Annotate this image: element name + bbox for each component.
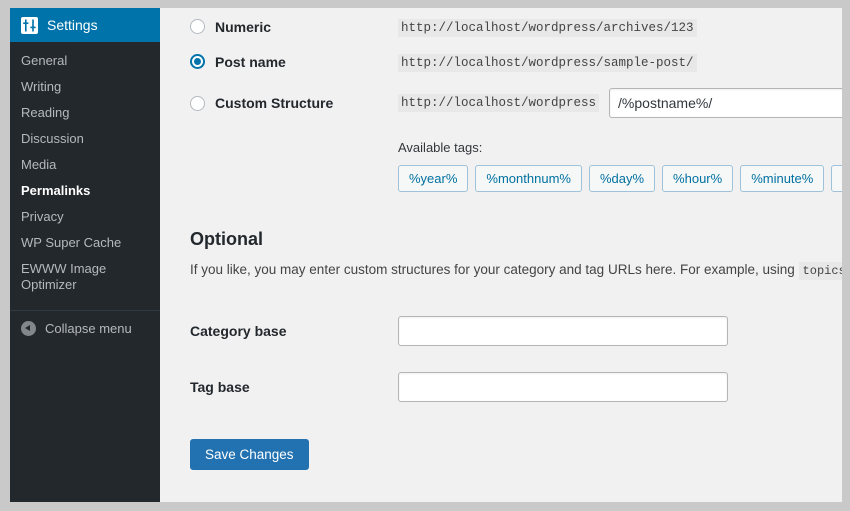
tag-button-monthnum[interactable]: %monthnum% xyxy=(475,165,582,192)
sidebar-item-writing[interactable]: Writing xyxy=(10,74,160,100)
permalink-option-row-custom: Custom Structure http://localhost/wordpr… xyxy=(190,79,842,127)
sidebar-item-reading[interactable]: Reading xyxy=(10,100,160,126)
sidebar-item-wp-super-cache[interactable]: WP Super Cache xyxy=(10,230,160,256)
radio-label-numeric: Numeric xyxy=(215,19,271,35)
sidebar-menu-list: General Writing Reading Discussion Media… xyxy=(10,42,160,306)
tag-button-hour[interactable]: %hour% xyxy=(662,165,733,192)
permalink-option-post-name[interactable]: Post name xyxy=(190,44,398,79)
sidebar-item-permalinks[interactable]: Permalinks xyxy=(10,178,160,204)
screenshot-root: Settings General Writing Reading Discuss… xyxy=(0,0,850,511)
sidebar-item-privacy[interactable]: Privacy xyxy=(10,204,160,230)
radio-label-custom-structure: Custom Structure xyxy=(215,95,333,111)
optional-fields-table: Category base Tag base xyxy=(190,303,728,415)
sidebar-item-general[interactable]: General xyxy=(10,48,160,74)
wordpress-admin-viewport: Settings General Writing Reading Discuss… xyxy=(10,8,842,502)
permalink-url-post-name: http://localhost/wordpress/sample-post/ xyxy=(398,54,697,72)
radio-numeric[interactable] xyxy=(190,19,205,34)
permalink-option-row-post-name: Post name http://localhost/wordpress/sam… xyxy=(190,44,842,79)
collapse-menu-button[interactable]: Collapse menu xyxy=(10,310,160,346)
sidebar-header-settings[interactable]: Settings xyxy=(10,8,160,42)
optional-desc-part1: If you like, you may enter custom struct… xyxy=(190,262,795,277)
admin-sidebar: Settings General Writing Reading Discuss… xyxy=(10,8,160,502)
tag-base-row: Tag base xyxy=(190,359,728,415)
available-tags-list: %year% %monthnum% %day% %hour% %minute% … xyxy=(398,165,842,192)
sidebar-item-ewww-image-optimizer[interactable]: EWWW Image Optimizer xyxy=(10,256,160,298)
permalink-url-numeric-cell: http://localhost/wordpress/archives/123 xyxy=(398,9,842,44)
category-base-cell xyxy=(398,303,728,359)
permalink-structure-table: Numeric http://localhost/wordpress/archi… xyxy=(190,9,842,201)
tag-button-second[interactable]: %second% xyxy=(831,165,842,192)
tag-base-cell xyxy=(398,359,728,415)
chevron-left-circle-icon xyxy=(21,321,36,336)
optional-desc-code-topics: topics xyxy=(799,262,842,280)
permalink-option-row-numeric: Numeric http://localhost/wordpress/archi… xyxy=(190,9,842,44)
permalink-url-numeric: http://localhost/wordpress/archives/123 xyxy=(398,19,697,37)
radio-post-name[interactable] xyxy=(190,54,205,69)
permalink-url-post-name-cell: http://localhost/wordpress/sample-post/ xyxy=(398,44,842,79)
tag-button-minute[interactable]: %minute% xyxy=(740,165,824,192)
radio-custom-structure[interactable] xyxy=(190,96,205,111)
permalink-option-numeric[interactable]: Numeric xyxy=(190,9,398,44)
category-base-input[interactable] xyxy=(398,316,728,346)
category-base-label: Category base xyxy=(190,303,398,359)
settings-sliders-icon xyxy=(21,17,38,34)
tag-button-year[interactable]: %year% xyxy=(398,165,468,192)
permalink-url-custom-prefix: http://localhost/wordpress xyxy=(398,94,599,112)
sidebar-header-label: Settings xyxy=(47,17,98,33)
available-tags-label: Available tags: xyxy=(398,140,842,155)
radio-label-post-name: Post name xyxy=(215,54,286,70)
category-base-row: Category base xyxy=(190,303,728,359)
available-tags-cell: Available tags: %year% %monthnum% %day% … xyxy=(398,127,842,201)
tag-base-input[interactable] xyxy=(398,372,728,402)
custom-structure-input[interactable] xyxy=(609,88,842,118)
available-tags-row: Available tags: %year% %monthnum% %day% … xyxy=(190,127,842,201)
optional-section-description: If you like, you may enter custom struct… xyxy=(190,260,842,281)
sidebar-item-media[interactable]: Media xyxy=(10,152,160,178)
tag-base-label: Tag base xyxy=(190,359,398,415)
permalink-settings-content: Numeric http://localhost/wordpress/archi… xyxy=(160,8,842,502)
sidebar-item-discussion[interactable]: Discussion xyxy=(10,126,160,152)
collapse-menu-label: Collapse menu xyxy=(45,321,132,336)
tag-button-day[interactable]: %day% xyxy=(589,165,655,192)
submit-area: Save Changes xyxy=(190,439,842,470)
permalink-custom-cell: http://localhost/wordpress xyxy=(398,79,842,127)
save-changes-button[interactable]: Save Changes xyxy=(190,439,309,470)
permalink-option-custom-structure[interactable]: Custom Structure xyxy=(190,79,398,127)
optional-section-title: Optional xyxy=(190,229,842,250)
